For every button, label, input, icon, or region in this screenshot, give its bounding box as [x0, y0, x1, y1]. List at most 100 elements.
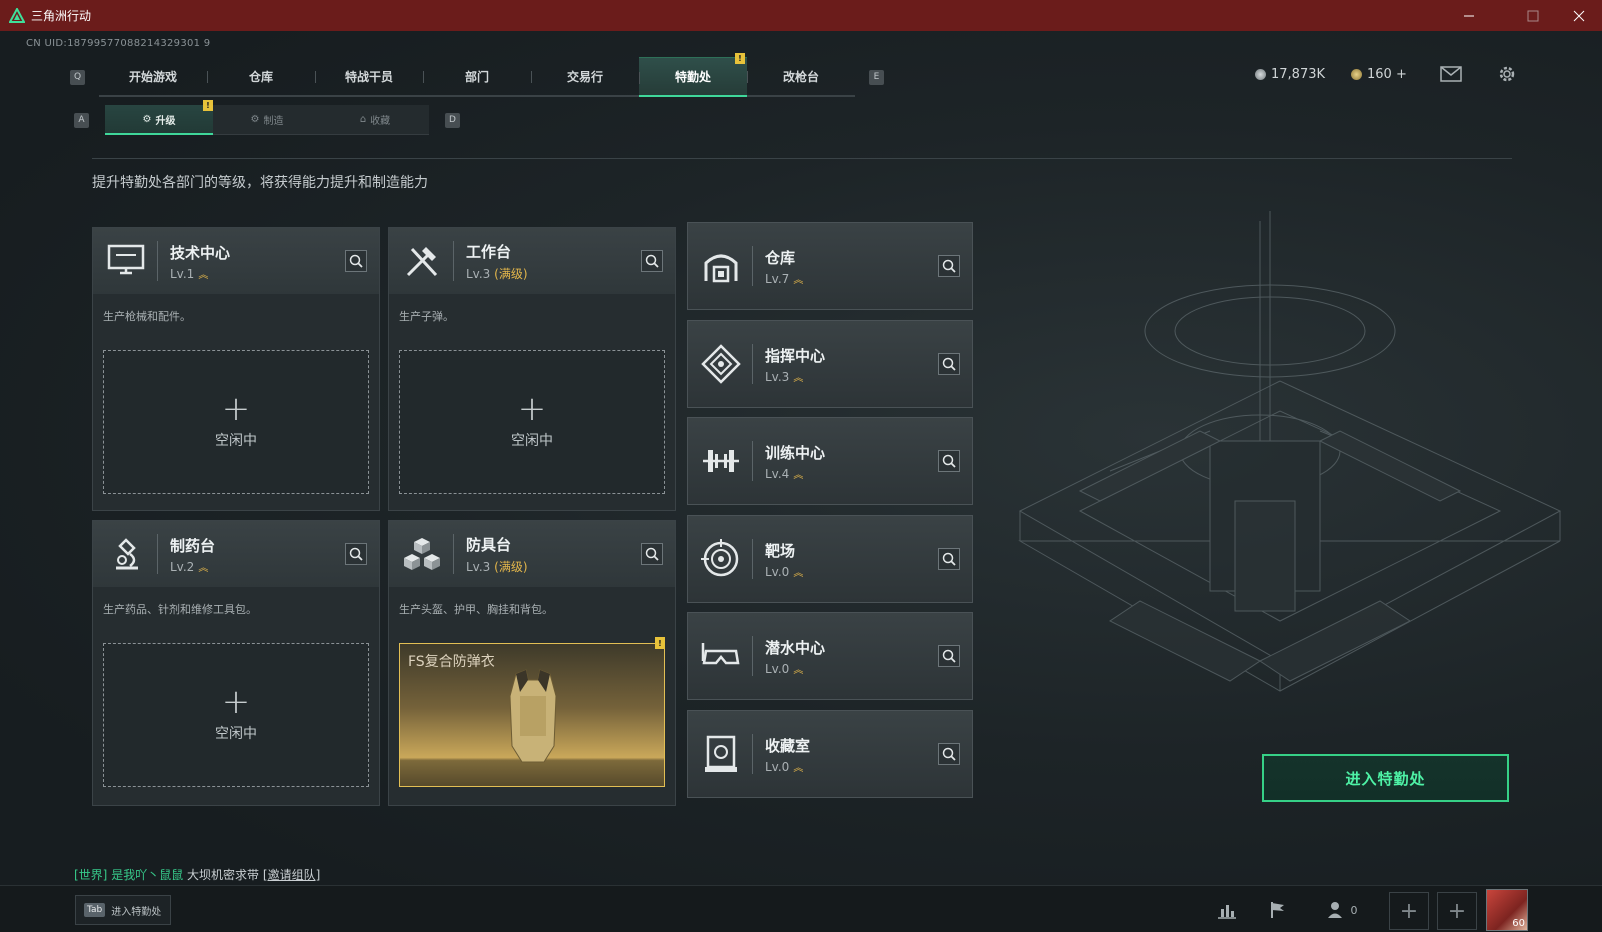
department-level: Lv.0	[765, 661, 790, 676]
nav-prev-key[interactable]: Q	[70, 69, 85, 85]
inspect-button[interactable]	[641, 543, 663, 565]
department-name: 工作台	[466, 242, 512, 261]
department-row-training-center[interactable]: 训练中心 Lv.4 ︽	[687, 417, 973, 505]
dumbbell-icon	[696, 436, 746, 486]
production-slot-empty[interactable]: + 空闲中	[103, 350, 369, 494]
game-viewport: CN UID:18799577088214329301 9 Q 开始游戏 仓库 …	[0, 31, 1602, 932]
department-card-pharmacy[interactable]: 制药台 Lv.2 ︽ 生产药品、针剂和维修工具包。 + 空闲中	[92, 520, 380, 806]
currency-havoc-coins[interactable]: 17,873K	[1255, 67, 1325, 82]
upgrade-chevron-icon: ︽	[793, 664, 804, 676]
inspect-button[interactable]	[938, 450, 960, 472]
collection-icon: ⌂	[359, 114, 367, 125]
department-name: 仓库	[765, 248, 796, 267]
notification-badge: !	[655, 637, 665, 649]
inspect-button[interactable]	[938, 353, 960, 375]
department-description: 生产药品、针剂和维修工具包。	[103, 603, 257, 616]
department-card-workbench[interactable]: 工作台 Lv.3 (满级) 生产子弹。 + 空闲中	[388, 227, 676, 511]
silver-coin-icon	[1255, 69, 1266, 80]
upgrade-chevron-icon: ︽	[198, 269, 209, 281]
tab-gunsmith[interactable]: 改枪台	[747, 57, 855, 97]
friends-button[interactable]: 0	[1322, 898, 1362, 922]
card-header: 工作台 Lv.3 (满级)	[389, 228, 675, 294]
subtab-prev-key[interactable]: A	[74, 112, 89, 128]
player-uid: CN UID:18799577088214329301 9	[26, 38, 211, 49]
window-titlebar: 三角洲行动	[0, 0, 1602, 31]
header-divider	[92, 158, 1512, 159]
inspect-button[interactable]	[938, 743, 960, 765]
subtab-craft[interactable]: ⚙ 制造	[213, 105, 321, 135]
section-description: 提升特勤处各部门的等级，将获得能力提升和制造能力	[92, 175, 428, 191]
department-row-collection-room[interactable]: 收藏室 Lv.0 ︽	[687, 710, 973, 798]
department-name: 指挥中心	[765, 346, 826, 365]
player-avatar[interactable]: 60	[1486, 889, 1528, 931]
subtab-craft-label: 制造	[263, 116, 284, 127]
department-row-diving-center[interactable]: 潜水中心 Lv.0 ︽	[687, 612, 973, 700]
flag-icon[interactable]	[1265, 898, 1291, 922]
production-slot-item[interactable]: FS复合防弹衣 !	[399, 637, 665, 787]
maximize-button[interactable]	[1510, 0, 1556, 31]
department-level: Lv.4	[765, 466, 790, 481]
currency-primary-value: 17,873K	[1271, 67, 1326, 82]
diving-mask-icon	[696, 631, 746, 681]
app-logo-icon	[9, 7, 25, 23]
production-slot-empty[interactable]: + 空闲中	[399, 350, 665, 494]
team-slot-add[interactable]: +	[1389, 892, 1429, 930]
tab-shortcut-hint[interactable]: Tab 进入特勤处	[75, 895, 171, 925]
add-icon: +	[221, 682, 251, 722]
department-level: Lv.7	[765, 271, 790, 286]
nav-next-key[interactable]: E	[869, 69, 884, 85]
upgrade-chevron-icon: ︽	[793, 372, 804, 384]
warehouse-icon	[696, 241, 746, 291]
department-level: Lv.3	[765, 369, 790, 384]
department-row-shooting-range[interactable]: 靶场 Lv.0 ︽	[687, 515, 973, 603]
invite-team-link[interactable]: [邀请组队]	[263, 868, 320, 882]
department-card-armor-bench[interactable]: 防具台 Lv.3 (满级) 生产头盔、护甲、胸挂和背包。 FS复合防弹衣 !	[388, 520, 676, 806]
friends-icon	[1327, 902, 1342, 918]
inspect-button[interactable]	[641, 250, 663, 272]
command-emblem-icon	[696, 339, 746, 389]
search-icon	[645, 547, 659, 561]
inspect-button[interactable]	[938, 548, 960, 570]
gold-coin-icon	[1351, 69, 1362, 80]
settings-gear-icon[interactable]	[1496, 63, 1518, 89]
close-icon	[1573, 10, 1585, 21]
friends-count: 0	[1350, 903, 1358, 917]
department-row-command-center[interactable]: 指挥中心 Lv.3 ︽	[687, 320, 973, 408]
upgrade-chevron-icon: ︽	[198, 562, 209, 574]
mail-icon[interactable]	[1440, 66, 1462, 86]
inspect-button[interactable]	[938, 645, 960, 667]
tab-warehouse[interactable]: 仓库	[207, 57, 315, 97]
department-description: 生产子弹。	[399, 310, 454, 323]
team-slot-add[interactable]: +	[1437, 892, 1477, 930]
department-card-tech-center[interactable]: 技术中心 Lv.1 ︽ 生产枪械和配件。 + 空闲中	[92, 227, 380, 511]
tab-special-services[interactable]: 特勤处 !	[639, 53, 747, 97]
subtab-next-key[interactable]: D	[445, 112, 460, 128]
tab-start-game[interactable]: 开始游戏	[99, 57, 207, 97]
inspect-button[interactable]	[345, 250, 367, 272]
tab-hint-label: 进入特勤处	[111, 906, 162, 918]
department-name: 收藏室	[765, 736, 811, 755]
department-level: Lv.0	[765, 564, 790, 579]
upgrade-chevron-icon: ︽	[793, 274, 804, 286]
upgrade-chevron-icon: ︽	[793, 567, 804, 579]
currency-premium[interactable]: 160 +	[1351, 67, 1407, 82]
department-row-warehouse[interactable]: 仓库 Lv.7 ︽	[687, 222, 973, 310]
notification-badge: !	[735, 53, 745, 64]
subtab-collection[interactable]: ⌂ 收藏	[321, 105, 429, 135]
inspect-button[interactable]	[938, 255, 960, 277]
notification-badge: !	[203, 100, 213, 111]
department-name: 潜水中心	[765, 638, 826, 657]
upgrade-chevron-icon: ︽	[793, 762, 804, 774]
subtab-upgrade[interactable]: ⚙ 升级 !	[105, 100, 213, 135]
tab-departments[interactable]: 部门	[423, 57, 531, 97]
minimize-button[interactable]	[1446, 0, 1492, 31]
inspect-button[interactable]	[345, 543, 367, 565]
item-name: FS复合防弹衣	[408, 654, 495, 670]
enter-special-services-button[interactable]: 进入特勤处	[1262, 754, 1509, 802]
stats-chart-icon[interactable]	[1214, 898, 1240, 922]
tab-trading[interactable]: 交易行	[531, 57, 639, 97]
production-slot-empty[interactable]: + 空闲中	[103, 643, 369, 787]
close-button[interactable]	[1556, 0, 1602, 31]
tab-operators[interactable]: 特战干员	[315, 57, 423, 97]
chat-sender[interactable]: 是我吖丶鼠鼠	[111, 868, 183, 882]
